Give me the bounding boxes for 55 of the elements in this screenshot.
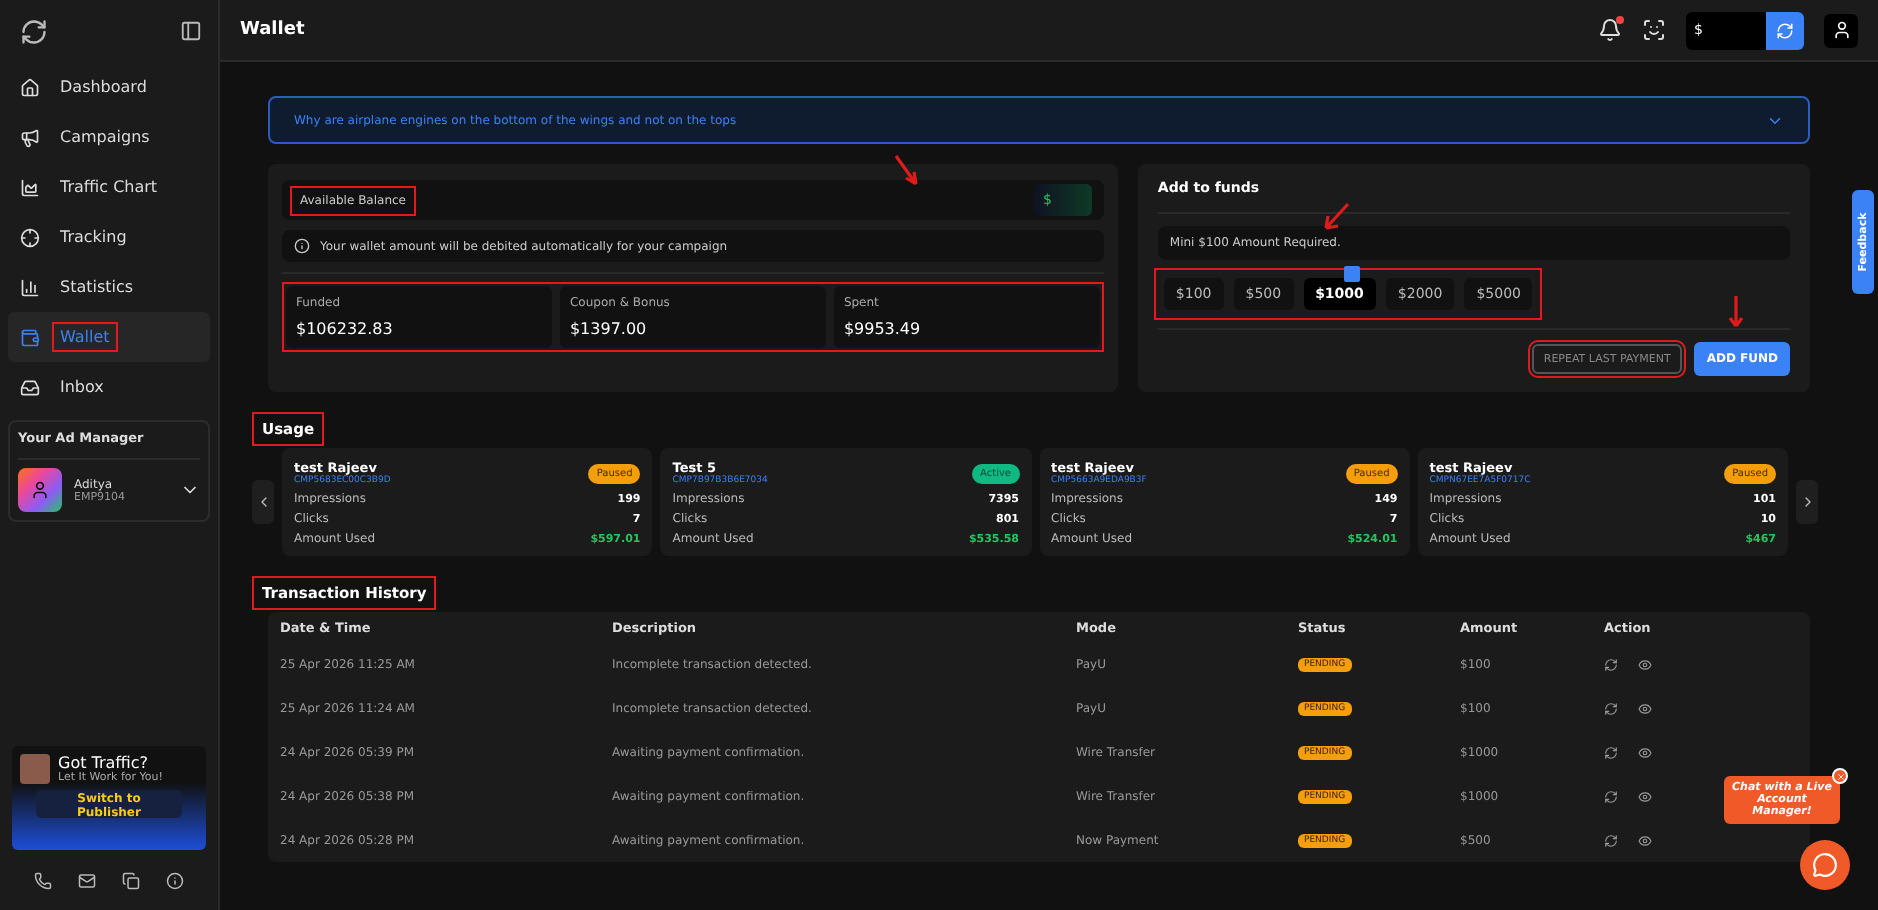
logo-icon <box>20 17 48 45</box>
bell-icon[interactable] <box>1598 18 1622 42</box>
nav-icon <box>20 327 40 347</box>
info-icon[interactable] <box>166 871 185 889</box>
retry-icon[interactable] <box>1604 657 1618 671</box>
nav-icon <box>20 127 40 147</box>
nav-icon <box>20 177 40 197</box>
promo-title: Got Traffic? <box>58 754 151 772</box>
nav-label: Traffic Chart <box>58 176 160 198</box>
retry-icon[interactable] <box>1604 745 1618 759</box>
sidebar-item[interactable]: Traffic Chart <box>8 162 210 212</box>
view-icon[interactable] <box>1638 701 1652 715</box>
nav-label: Dashboard <box>58 76 149 98</box>
mail-icon[interactable] <box>77 871 96 889</box>
nav-icon <box>20 227 40 247</box>
sidebar-item[interactable]: Campaigns <box>8 112 210 162</box>
collapse-sidebar-icon[interactable] <box>180 20 202 42</box>
sidebar-item[interactable]: Dashboard <box>8 62 210 112</box>
scan-icon[interactable] <box>1642 18 1666 42</box>
annotation-arrow-icon <box>1321 200 1350 236</box>
view-icon[interactable] <box>1638 745 1652 759</box>
nav-label: Campaigns <box>58 126 152 148</box>
nav-icon <box>20 277 40 297</box>
sidebar-item[interactable]: Tracking <box>8 212 210 262</box>
page-title: Wallet <box>240 20 307 40</box>
user-icon[interactable] <box>1824 13 1858 47</box>
badge-icon <box>1343 266 1360 282</box>
avatar <box>18 468 62 512</box>
refresh-icon[interactable] <box>1766 11 1804 49</box>
nav-label: Wallet <box>56 326 114 348</box>
next-button[interactable] <box>1796 480 1818 524</box>
photo-placeholder <box>20 754 50 784</box>
copy-icon[interactable] <box>122 871 141 889</box>
view-icon[interactable] <box>1638 789 1652 803</box>
nav-label: Tracking <box>58 226 129 248</box>
chat-button[interactable] <box>1800 840 1850 890</box>
sidebar-item[interactable]: Statistics <box>8 262 210 312</box>
nav-label: Statistics <box>58 276 136 298</box>
sidebar-item[interactable]: Inbox <box>8 362 210 412</box>
nav-label: Inbox <box>58 376 106 398</box>
previous-button[interactable] <box>252 480 274 524</box>
retry-icon[interactable] <box>1604 833 1618 847</box>
sidebar-item[interactable]: Wallet <box>8 312 210 362</box>
annotation-arrow-icon <box>892 152 920 188</box>
nav-icon <box>20 377 40 397</box>
view-icon[interactable] <box>1638 833 1652 847</box>
close-icon[interactable] <box>1832 768 1848 784</box>
nav-icon <box>20 77 40 97</box>
phone-icon[interactable] <box>33 871 52 889</box>
view-icon[interactable] <box>1638 657 1652 671</box>
info-icon <box>294 238 310 254</box>
notification-dot <box>1616 16 1624 24</box>
retry-icon[interactable] <box>1604 701 1618 715</box>
chat-icon <box>1812 852 1838 878</box>
retry-icon[interactable] <box>1604 789 1618 803</box>
